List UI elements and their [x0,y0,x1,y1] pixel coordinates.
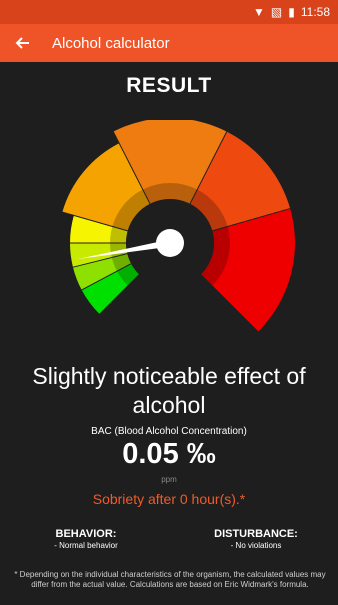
back-arrow-icon[interactable] [2,24,42,62]
battery-icon: ▮ [288,5,295,19]
app-title: Alcohol calculator [52,34,170,52]
status-time: 11:58 [300,5,330,19]
bac-gauge [62,120,295,332]
footnote: * Depending on the individual characteri… [14,570,326,589]
effect-description: Slightly noticeable effect of alcohol [32,363,306,418]
app-bar: Alcohol calculator [0,24,338,62]
bac-label: BAC (Blood Alcohol Concentration) [91,426,247,437]
wifi-icon: ▼ [253,5,265,19]
behavior-heading: BEHAVIOR: [55,528,117,540]
behavior-value: - Normal behavior [54,541,118,550]
bac-unit: ppm [161,475,177,484]
disturbance-section: DISTURBANCE: - No violations [176,528,336,550]
bac-value: 0.05 ‰ [122,438,216,470]
result-title: RESULT [126,74,212,97]
status-bar: ▼ ▧ ▮ 11:58 [0,0,338,24]
no-sim-icon: ▧ [270,5,283,19]
sobriety-text: Sobriety after 0 hour(s).* [92,491,246,507]
gauge-needle-hub [156,229,184,257]
disturbance-value: - No violations [230,541,282,550]
disturbance-heading: DISTURBANCE: [214,528,298,540]
behavior-section: BEHAVIOR: - Normal behavior [6,528,166,550]
